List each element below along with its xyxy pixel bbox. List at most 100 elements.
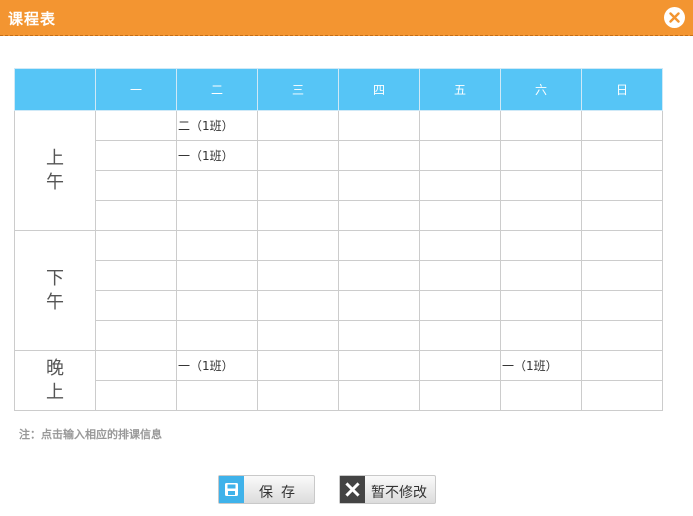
close-icon	[669, 12, 680, 23]
schedule-row	[15, 260, 663, 291]
day-header: 二	[176, 68, 258, 111]
schedule-cell[interactable]	[338, 110, 420, 141]
schedule-cell[interactable]	[95, 170, 177, 201]
schedule-cell[interactable]	[338, 140, 420, 171]
schedule-cell[interactable]	[500, 140, 582, 171]
schedule-cell[interactable]	[338, 290, 420, 321]
schedule-cell[interactable]	[95, 230, 177, 261]
day-header: 日	[581, 68, 663, 111]
cancel-icon-box	[340, 476, 365, 503]
dialog-title: 课程表	[8, 10, 57, 28]
schedule-cell[interactable]	[95, 260, 177, 291]
schedule-cell[interactable]	[581, 170, 663, 201]
period-label: 下午	[14, 230, 96, 351]
schedule-cell[interactable]	[500, 380, 582, 411]
schedule-cell[interactable]	[500, 110, 582, 141]
schedule-cell[interactable]	[419, 140, 501, 171]
schedule-cell[interactable]	[176, 380, 258, 411]
schedule-cell[interactable]	[581, 260, 663, 291]
schedule-cell[interactable]	[95, 380, 177, 411]
schedule-cell[interactable]	[176, 170, 258, 201]
schedule-cell[interactable]: 一（1班）	[500, 350, 582, 381]
schedule-cell[interactable]	[581, 380, 663, 411]
schedule-cell[interactable]	[95, 290, 177, 321]
cancel-button[interactable]: 暂不修改	[339, 475, 436, 504]
schedule-row: 下午	[14, 230, 663, 351]
schedule-cell[interactable]	[338, 230, 420, 261]
schedule-cell[interactable]	[419, 170, 501, 201]
schedule-cell[interactable]	[257, 170, 339, 201]
period-label-line: 上	[46, 147, 64, 169]
schedule-cell[interactable]	[95, 110, 177, 141]
dialog-titlebar: 课程表	[0, 0, 693, 36]
period-label-line: 上	[46, 381, 64, 403]
day-header: 五	[419, 68, 501, 111]
schedule-cell[interactable]	[176, 230, 258, 261]
save-button[interactable]: 保存	[218, 475, 315, 504]
schedule-cell[interactable]	[419, 290, 501, 321]
day-header: 四	[338, 68, 420, 111]
schedule-cell[interactable]	[257, 290, 339, 321]
schedule-cell[interactable]	[176, 320, 258, 351]
schedule-cell[interactable]	[581, 290, 663, 321]
schedule-cell[interactable]	[338, 350, 420, 381]
schedule-cell[interactable]	[500, 200, 582, 231]
schedule-cell[interactable]	[419, 200, 501, 231]
period-label: 晚上	[14, 350, 96, 411]
schedule-cell[interactable]	[500, 290, 582, 321]
schedule-cell[interactable]	[338, 170, 420, 201]
schedule-row	[15, 200, 663, 231]
schedule-cell[interactable]: 二（1班）	[176, 110, 258, 141]
schedule-cell[interactable]	[176, 260, 258, 291]
schedule-cell[interactable]: 一（1班）	[176, 140, 258, 171]
schedule-cell[interactable]	[95, 350, 177, 381]
schedule-row	[15, 170, 663, 201]
schedule-cell[interactable]	[176, 290, 258, 321]
schedule-cell[interactable]	[338, 200, 420, 231]
schedule-cell[interactable]	[257, 200, 339, 231]
schedule-cell[interactable]	[419, 320, 501, 351]
period-label-line: 午	[46, 171, 64, 193]
schedule-cell[interactable]	[419, 110, 501, 141]
period-label-line: 午	[46, 291, 64, 313]
schedule-cell[interactable]	[257, 140, 339, 171]
period-label-line: 晚	[46, 357, 64, 379]
schedule-cell[interactable]	[581, 230, 663, 261]
period-label: 上午	[14, 110, 96, 231]
schedule-cell[interactable]	[419, 380, 501, 411]
schedule-cell[interactable]	[581, 140, 663, 171]
schedule-cell[interactable]	[257, 230, 339, 261]
schedule-cell[interactable]	[338, 260, 420, 291]
x-icon	[345, 482, 360, 497]
schedule-cell[interactable]	[338, 320, 420, 351]
schedule-cell[interactable]	[257, 320, 339, 351]
schedule-cell[interactable]	[419, 230, 501, 261]
schedule-cell[interactable]	[500, 170, 582, 201]
day-header: 六	[500, 68, 582, 111]
schedule-cell[interactable]	[581, 350, 663, 381]
schedule-cell[interactable]	[257, 380, 339, 411]
save-icon-box	[219, 476, 244, 503]
schedule-cell[interactable]	[581, 320, 663, 351]
schedule-cell[interactable]	[176, 200, 258, 231]
schedule-cell[interactable]	[95, 140, 177, 171]
schedule-cell[interactable]	[581, 110, 663, 141]
schedule-cell[interactable]	[581, 200, 663, 231]
hint-note: 注：点击输入相应的排课信息	[19, 428, 162, 441]
header-corner	[14, 68, 96, 111]
schedule-cell[interactable]	[257, 260, 339, 291]
schedule-cell[interactable]	[338, 380, 420, 411]
schedule-cell[interactable]	[500, 260, 582, 291]
schedule-cell[interactable]	[95, 320, 177, 351]
schedule-row: 一（1班）	[15, 140, 663, 171]
schedule-cell[interactable]	[500, 320, 582, 351]
schedule-cell[interactable]	[419, 350, 501, 381]
save-button-label: 保存	[259, 485, 303, 501]
schedule-cell[interactable]	[257, 350, 339, 381]
close-button[interactable]	[664, 7, 685, 28]
schedule-cell[interactable]	[95, 200, 177, 231]
schedule-cell[interactable]	[500, 230, 582, 261]
schedule-cell[interactable]: 一（1班）	[176, 350, 258, 381]
schedule-cell[interactable]	[419, 260, 501, 291]
schedule-cell[interactable]	[257, 110, 339, 141]
